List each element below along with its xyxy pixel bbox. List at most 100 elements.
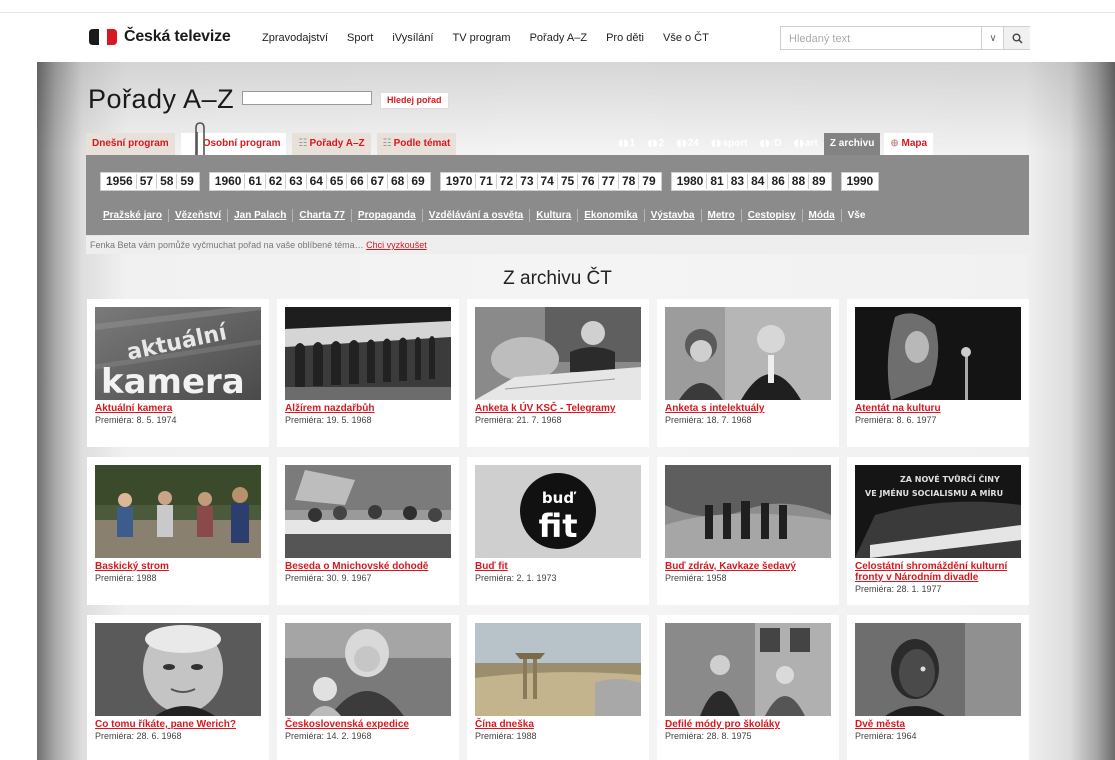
year-link[interactable]: 66 xyxy=(347,174,368,189)
program-thumbnail[interactable] xyxy=(665,623,831,716)
search-dropdown-button[interactable]: ∨ xyxy=(981,27,1004,49)
nav-item-tv-program[interactable]: TV program xyxy=(453,32,511,44)
year-link[interactable]: 68 xyxy=(388,174,409,189)
channel-z-archivu[interactable]: Z archivu xyxy=(823,133,881,155)
year-link[interactable]: 69 xyxy=(408,174,427,189)
program-thumbnail[interactable] xyxy=(475,623,641,716)
program-title[interactable]: Alžírem nazdařbůh xyxy=(285,403,451,414)
theme-prazske-jaro[interactable]: Pražské jaro xyxy=(103,210,162,221)
theme-jan-palach[interactable]: Jan Palach xyxy=(234,210,286,221)
year-link[interactable]: 65 xyxy=(327,174,348,189)
theme-vse[interactable]: Vše xyxy=(848,210,866,221)
program-card[interactable]: Anketa k ÚV KSČ - Telegramy Premiéra: 21… xyxy=(467,299,649,447)
program-card[interactable]: Defilé módy pro školáky Premiéra: 28. 8.… xyxy=(657,615,839,760)
program-card[interactable]: buď fit Buď fit Premiéra: 2. 1. 1973 xyxy=(467,457,649,605)
year-link[interactable]: 1980 xyxy=(674,174,708,189)
program-thumbnail[interactable] xyxy=(285,623,451,716)
nav-item-sport[interactable]: Sport xyxy=(347,32,373,44)
tab-podle-temat[interactable]: ☷ Podle témat xyxy=(376,133,457,155)
year-link[interactable]: 83 xyxy=(728,174,749,189)
year-link[interactable]: 1960 xyxy=(212,174,246,189)
channel-ct-sport[interactable]: ◖◗sport xyxy=(705,133,754,155)
nav-item-porady-a-z[interactable]: Pořady A–Z xyxy=(530,32,587,44)
program-title[interactable]: Baskický strom xyxy=(95,561,261,572)
tab-dnesni-program[interactable]: Dnešní program xyxy=(86,133,175,155)
nav-item-ivysilani[interactable]: iVysílání xyxy=(392,32,433,44)
program-title[interactable]: Celostátní shromáždění kulturní fronty v… xyxy=(855,561,1021,583)
year-link[interactable]: 72 xyxy=(497,174,518,189)
program-title[interactable]: Beseda o Mnichovské dohodě xyxy=(285,561,451,572)
program-card[interactable]: Baskický strom Premiéra: 1988 xyxy=(87,457,269,605)
program-thumbnail[interactable] xyxy=(285,465,451,558)
program-thumbnail[interactable]: aktuální kamera xyxy=(95,307,261,400)
year-link[interactable]: 75 xyxy=(558,174,579,189)
nav-item-pro-deti[interactable]: Pro děti xyxy=(606,32,644,44)
program-card[interactable]: Co tomu říkáte, pane Werich? Premiéra: 2… xyxy=(87,615,269,760)
program-title[interactable]: Anketa k ÚV KSČ - Telegramy xyxy=(475,403,641,414)
tab-porady-a-z[interactable]: ☷ Pořady A–Z xyxy=(292,133,371,155)
theme-ekonomika[interactable]: Ekonomika xyxy=(584,210,637,221)
program-thumbnail[interactable] xyxy=(665,465,831,558)
ct-logo[interactable]: Česká televize xyxy=(88,28,231,46)
program-thumbnail[interactable] xyxy=(665,307,831,400)
program-card[interactable]: aktuální kamera Aktuální kamera Premiéra… xyxy=(87,299,269,447)
program-card[interactable]: Beseda o Mnichovské dohodě Premiéra: 30.… xyxy=(277,457,459,605)
theme-vezenstvi[interactable]: Vězeňství xyxy=(175,210,221,221)
program-thumbnail[interactable]: ZA NOVÉ TVŮRČÍ ČINY VE JMÉNU SOCIALISMU … xyxy=(855,465,1021,558)
theme-cestopisy[interactable]: Cestopisy xyxy=(748,210,796,221)
program-title[interactable]: Anketa s intelektuály xyxy=(665,403,831,414)
program-card[interactable]: Dvě města Premiéra: 1964 xyxy=(847,615,1029,760)
year-link[interactable]: 81 xyxy=(707,174,728,189)
year-link[interactable]: 59 xyxy=(177,174,196,189)
year-link[interactable]: 74 xyxy=(538,174,558,189)
year-link[interactable]: 77 xyxy=(599,174,619,189)
program-card[interactable]: ZA NOVÉ TVŮRČÍ ČINY VE JMÉNU SOCIALISMU … xyxy=(847,457,1029,605)
year-link[interactable]: 1956 xyxy=(103,174,137,189)
program-search-input[interactable] xyxy=(242,91,372,105)
nav-item-vse-o-ct[interactable]: Vše o ČT xyxy=(663,32,709,44)
program-thumbnail[interactable]: buď fit xyxy=(475,465,641,558)
channel-ct-d[interactable]: ◖◗:D xyxy=(753,133,787,155)
theme-kultura[interactable]: Kultura xyxy=(536,210,571,221)
channel-ct-art[interactable]: ◖◗art xyxy=(788,133,824,155)
year-link[interactable]: 61 xyxy=(245,174,266,189)
year-link[interactable]: 78 xyxy=(619,174,640,189)
program-title[interactable]: Defilé módy pro školáky xyxy=(665,719,831,730)
channel-mapa[interactable]: ⊕ Mapa xyxy=(884,133,934,155)
program-card[interactable]: Alžírem nazdařbůh Premiéra: 19. 5. 1968 xyxy=(277,299,459,447)
year-link[interactable]: 63 xyxy=(286,174,307,189)
program-card[interactable]: Československá expedice Premiéra: 14. 2.… xyxy=(277,615,459,760)
program-title[interactable]: Atentát na kulturu xyxy=(855,403,1021,414)
program-thumbnail[interactable] xyxy=(95,465,261,558)
theme-propaganda[interactable]: Propaganda xyxy=(358,210,416,221)
year-link[interactable]: 79 xyxy=(639,174,658,189)
program-title[interactable]: Československá expedice xyxy=(285,719,451,730)
year-link[interactable]: 76 xyxy=(578,174,599,189)
program-card[interactable]: Atentát na kulturu Premiéra: 8. 6. 1977 xyxy=(847,299,1029,447)
program-card[interactable]: Čína dneška Premiéra: 1988 xyxy=(467,615,649,760)
search-input[interactable] xyxy=(787,30,981,48)
year-link[interactable]: 67 xyxy=(368,174,388,189)
program-thumbnail[interactable] xyxy=(475,307,641,400)
theme-vzdelavani-a-osveta[interactable]: Vzdělávání a osvěta xyxy=(429,210,524,221)
program-card[interactable]: Anketa s intelektuály Premiéra: 18. 7. 1… xyxy=(657,299,839,447)
try-it-link[interactable]: Chci vyzkoušet xyxy=(366,240,427,250)
channel-ct2[interactable]: ◖◗2 xyxy=(641,133,670,155)
theme-vystavba[interactable]: Výstavba xyxy=(651,210,695,221)
program-title[interactable]: Buď zdráv, Kavkaze šedavý xyxy=(665,561,831,572)
program-title[interactable]: Co tomu říkáte, pane Werich? xyxy=(95,719,261,730)
channel-ct1[interactable]: ◖◗1 xyxy=(612,133,641,155)
program-title[interactable]: Čína dneška xyxy=(475,719,641,730)
program-card[interactable]: Buď zdráv, Kavkaze šedavý Premiéra: 1958 xyxy=(657,457,839,605)
year-link[interactable]: 71 xyxy=(476,174,497,189)
year-link[interactable]: 73 xyxy=(517,174,538,189)
find-program-button[interactable]: Hledej pořad xyxy=(380,92,449,109)
year-link[interactable]: 84 xyxy=(748,174,769,189)
year-link[interactable]: 88 xyxy=(789,174,810,189)
program-thumbnail[interactable] xyxy=(855,623,1021,716)
theme-charta-77[interactable]: Charta 77 xyxy=(299,210,345,221)
theme-metro[interactable]: Metro xyxy=(708,210,735,221)
channel-ct24[interactable]: ◖◗24 xyxy=(670,133,705,155)
year-link[interactable]: 1990 xyxy=(844,174,877,189)
year-link[interactable]: 58 xyxy=(157,174,178,189)
